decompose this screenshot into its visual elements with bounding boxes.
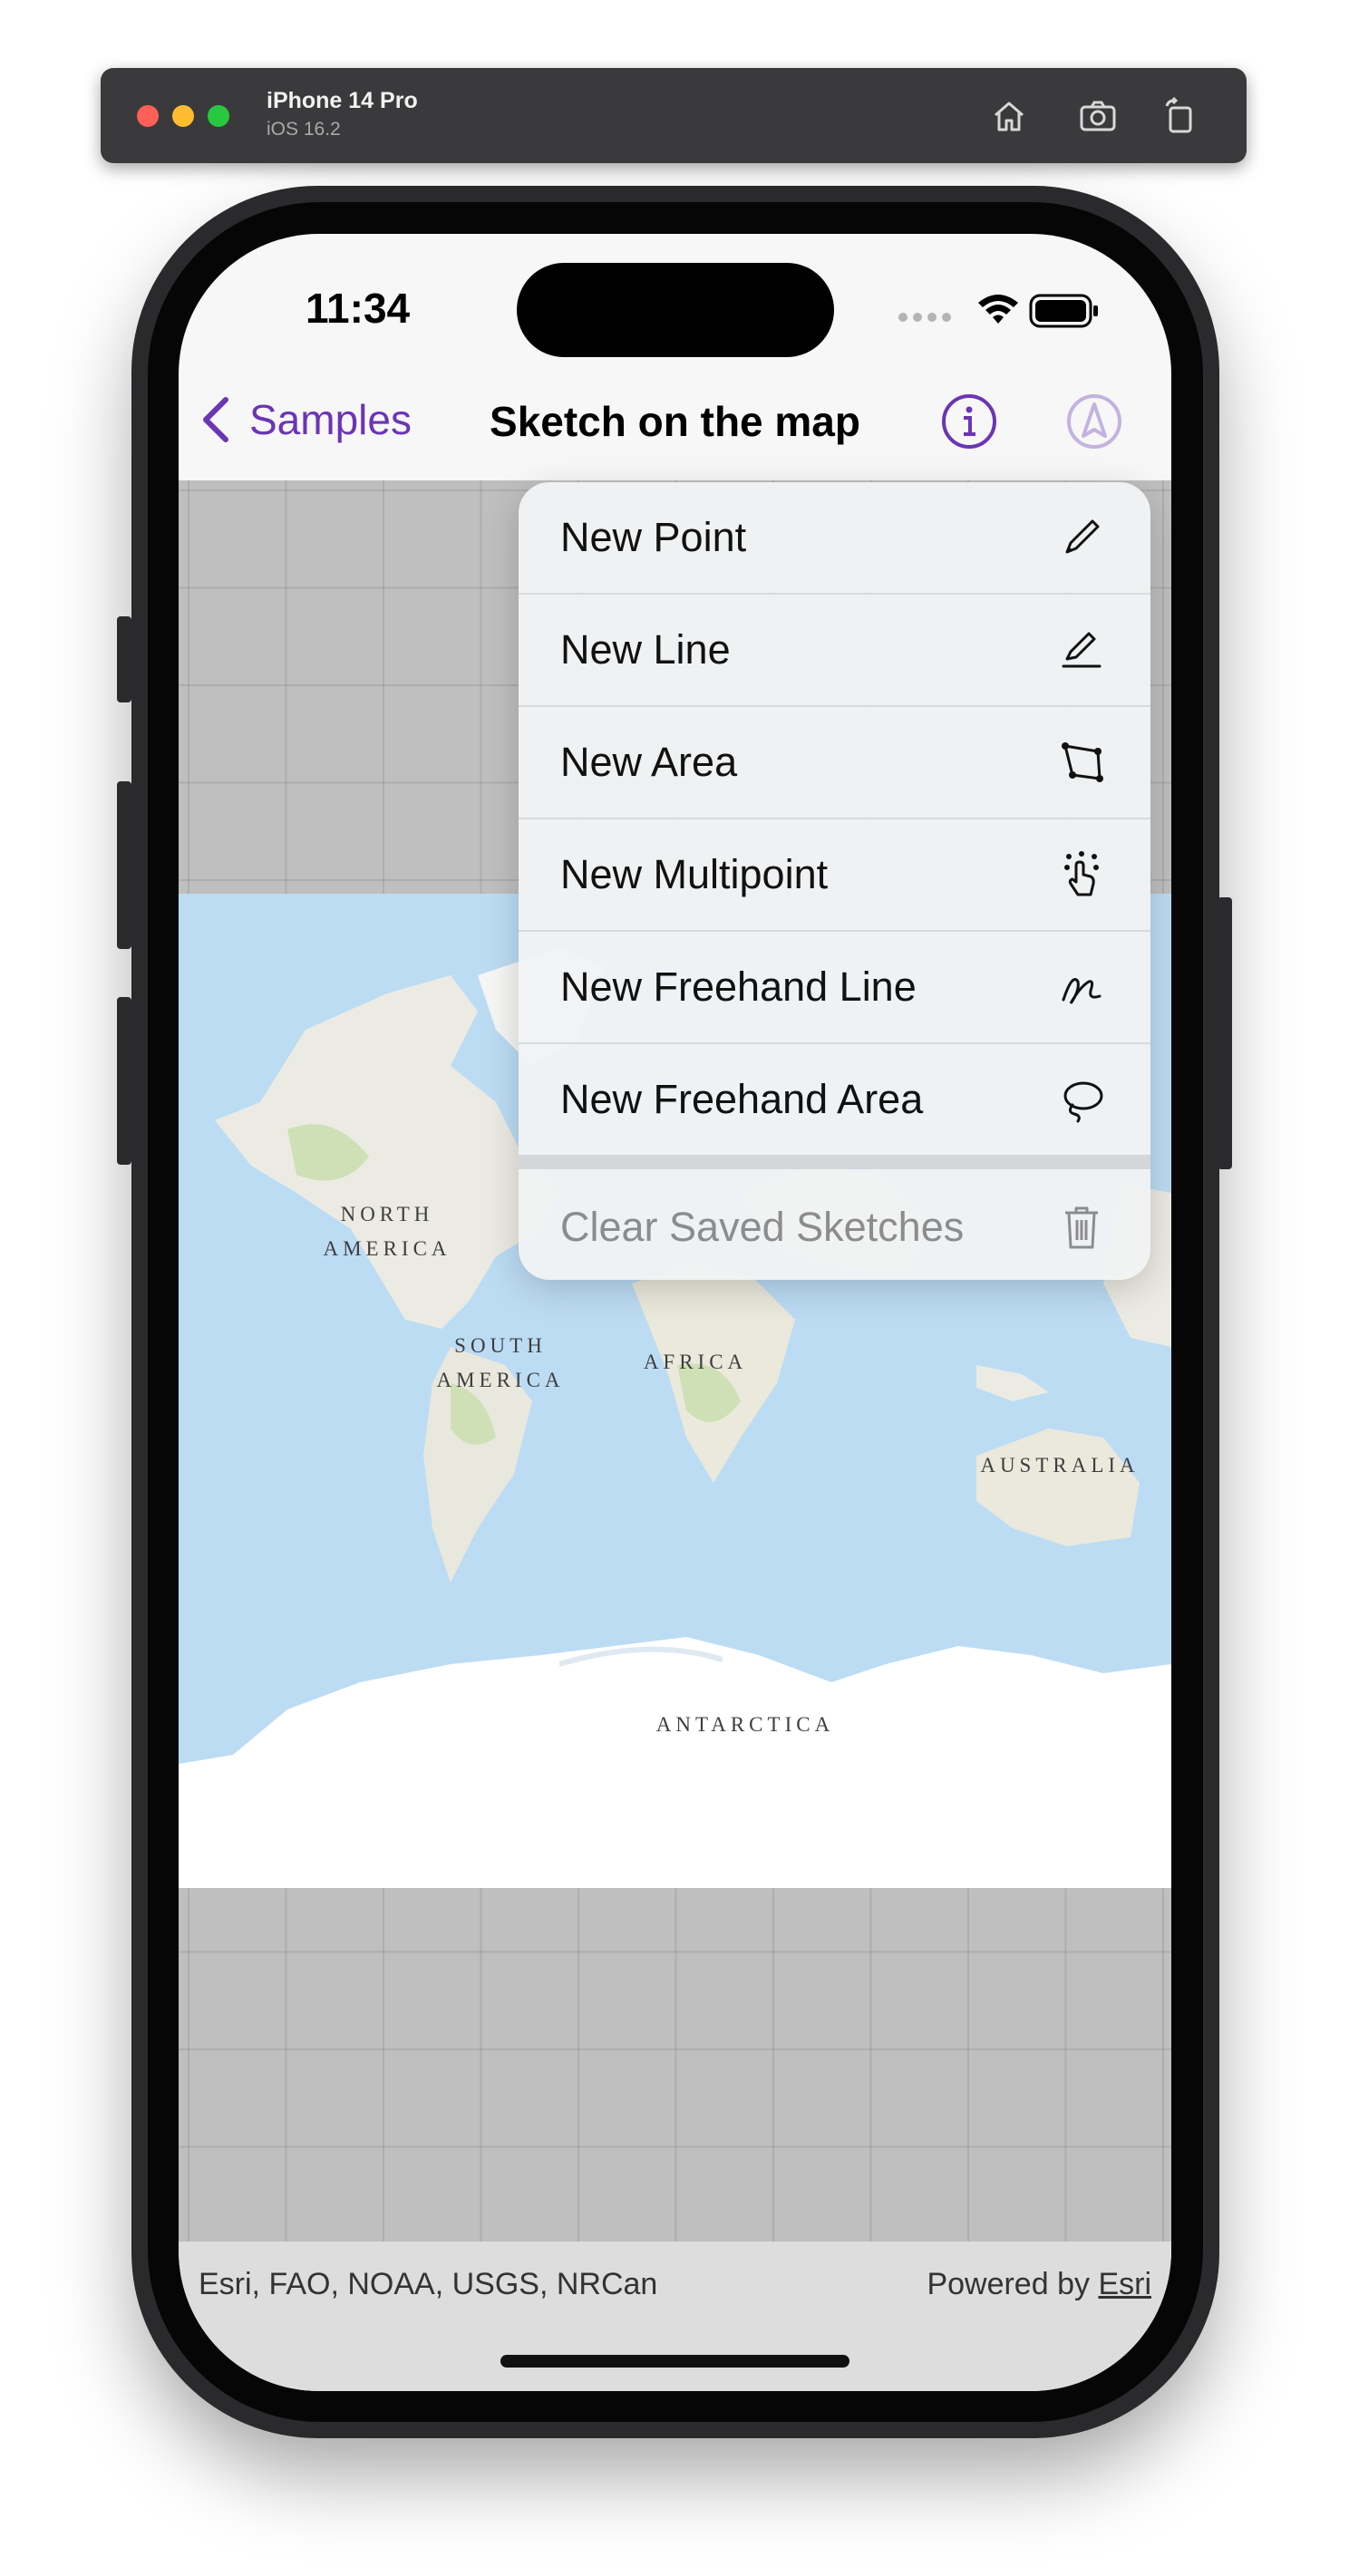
menu-item-label: New Freehand Area [560, 1076, 924, 1122]
menu-item-label: New Freehand Line [560, 964, 917, 1010]
volume-down-button [117, 997, 131, 1165]
polygon-icon [1054, 735, 1109, 789]
esri-link[interactable]: Esri [1098, 2267, 1151, 2301]
sketch-menu: New Point New Line New Area New Multipoi… [519, 482, 1150, 1280]
menu-item-label: New Line [560, 626, 731, 673]
label-australia: AUSTRALIA [980, 1454, 1140, 1477]
freehand-line-icon [1054, 960, 1109, 1014]
menu-item-label: New Multipoint [560, 851, 829, 897]
tap-multipoint-icon [1054, 847, 1109, 902]
phone-screen: 11:34 Samples Sketch on the map NORTH AM… [179, 234, 1171, 2391]
side-button [1218, 897, 1232, 1169]
status-time: 11:34 [306, 285, 411, 332]
location-icon[interactable] [1065, 392, 1123, 450]
label-south-america: SOUTH AMERICA [436, 1334, 565, 1391]
dynamic-island [517, 263, 834, 357]
device-name: iPhone 14 Pro [267, 88, 418, 113]
powered-by-label: Powered by [927, 2267, 1099, 2301]
signal-dots-icon [898, 313, 951, 322]
menu-item-new-area[interactable]: New Area [519, 707, 1150, 819]
menu-item-new-point[interactable]: New Point [519, 482, 1150, 595]
menu-item-label: Clear Saved Sketches [560, 1204, 965, 1250]
menu-item-new-line[interactable]: New Line [519, 595, 1150, 707]
menu-item-label: New Area [560, 739, 738, 785]
menu-item-new-multipoint[interactable]: New Multipoint [519, 819, 1150, 932]
status-icons [890, 288, 1144, 334]
attribution-bar: Esri, FAO, NOAA, USGS, NRCan Powered by … [179, 2242, 1171, 2391]
powered-by: Powered by Esri [927, 2267, 1151, 2302]
menu-item-label: New Point [560, 514, 747, 560]
lasso-icon [1054, 1072, 1109, 1127]
pencil-icon [1054, 510, 1109, 565]
menu-item-new-freehand-area[interactable]: New Freehand Area [519, 1044, 1150, 1155]
os-version: iOS 16.2 [267, 119, 341, 140]
menu-item-clear-saved-sketches: Clear Saved Sketches [519, 1169, 1150, 1280]
screenshot-icon[interactable] [1075, 93, 1121, 139]
volume-up-button [117, 781, 131, 949]
simulator-toolbar: iPhone 14 Pro iOS 16.2 [101, 68, 1247, 163]
back-button[interactable]: Samples [199, 392, 412, 447]
menu-separator [519, 1155, 1150, 1169]
attribution-text: Esri, FAO, NOAA, USGS, NRCan [199, 2267, 658, 2301]
rotate-icon[interactable] [1158, 93, 1203, 139]
wifi-icon [978, 295, 1018, 324]
silent-switch [117, 616, 131, 702]
label-antarctica: ANTARCTICA [655, 1713, 835, 1736]
label-north-america: NORTH AMERICA [323, 1203, 451, 1260]
home-indicator[interactable] [500, 2355, 849, 2368]
minimize-window-button[interactable] [172, 105, 194, 127]
chevron-left-icon [203, 397, 228, 442]
label-africa: AFRICA [643, 1351, 748, 1373]
trash-icon [1054, 1200, 1109, 1254]
back-label: Samples [249, 396, 412, 443]
battery-icon [1029, 294, 1098, 328]
home-icon[interactable] [986, 93, 1032, 139]
line-pencil-icon [1054, 623, 1109, 677]
info-icon[interactable] [940, 392, 998, 450]
menu-item-new-freehand-line[interactable]: New Freehand Line [519, 932, 1150, 1044]
close-window-button[interactable] [137, 105, 159, 127]
zoom-window-button[interactable] [208, 105, 229, 127]
